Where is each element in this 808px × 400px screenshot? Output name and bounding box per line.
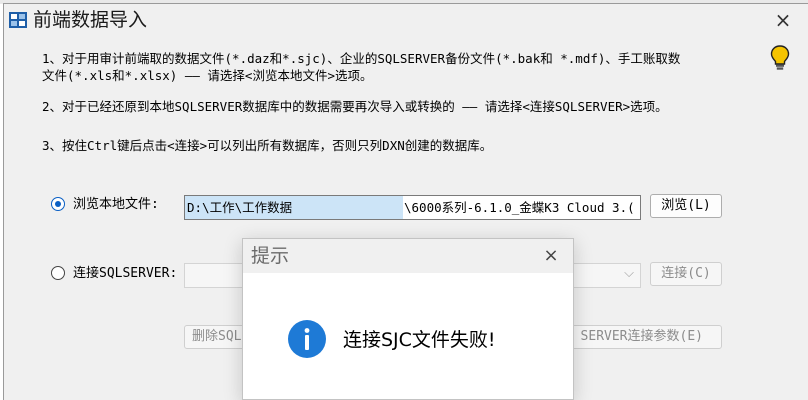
info-icon xyxy=(288,320,326,358)
connect-button[interactable]: 连接(C) xyxy=(650,262,722,286)
dialog-message: 连接SJC文件失败! xyxy=(343,329,496,351)
instruction-line-1: 1、对于用审计前端取的数据文件(*.daz和*.sjc)、企业的SQLSERVE… xyxy=(42,51,681,66)
local-file-radio[interactable] xyxy=(51,197,65,211)
app-icon xyxy=(9,12,27,28)
sqlserver-label[interactable]: 连接SQLSERVER: xyxy=(73,266,177,282)
local-path-input[interactable]: D:\工作\工作数据 \6000系列-6.1.0_金蝶K3 Cloud 3.( xyxy=(184,195,641,220)
sqlserver-params-button[interactable]: SERVER连接参数(E) xyxy=(554,325,722,349)
window-title: 前端数据导入 xyxy=(33,9,148,31)
sqlserver-radio[interactable] xyxy=(51,266,65,280)
window-titlebar[interactable]: 前端数据导入 × xyxy=(4,4,808,36)
lightbulb-icon xyxy=(770,45,790,70)
chevron-down-icon: ⌵ xyxy=(624,266,634,281)
local-file-label[interactable]: 浏览本地文件: xyxy=(73,197,159,213)
dialog-title: 提示 xyxy=(251,245,290,267)
instruction-line-3: 3、按住Ctrl键后点击<连接>可以列出所有数据库，否则只列DXN创建的数据库。 xyxy=(42,138,493,153)
path-text-part-1: D:\工作\工作数据 xyxy=(187,200,293,215)
window-close-button[interactable]: × xyxy=(769,8,797,32)
browse-button[interactable]: 浏览(L) xyxy=(650,194,722,218)
instruction-line-2: 2、对于已经还原到本地SQLSERVER数据库中的数据需要再次导入或转换的 ——… xyxy=(42,99,668,114)
instruction-line-1-cont: 文件(*.xls和*.xlsx) —— 请选择<浏览本地文件>选项。 xyxy=(42,68,373,83)
path-text-part-2: \6000系列-6.1.0_金蝶K3 Cloud 3.( xyxy=(404,200,635,215)
message-dialog: 提示 × 连接SJC文件失败! xyxy=(242,238,574,400)
dialog-titlebar[interactable]: 提示 × xyxy=(243,239,573,273)
dialog-close-button[interactable]: × xyxy=(539,244,563,268)
